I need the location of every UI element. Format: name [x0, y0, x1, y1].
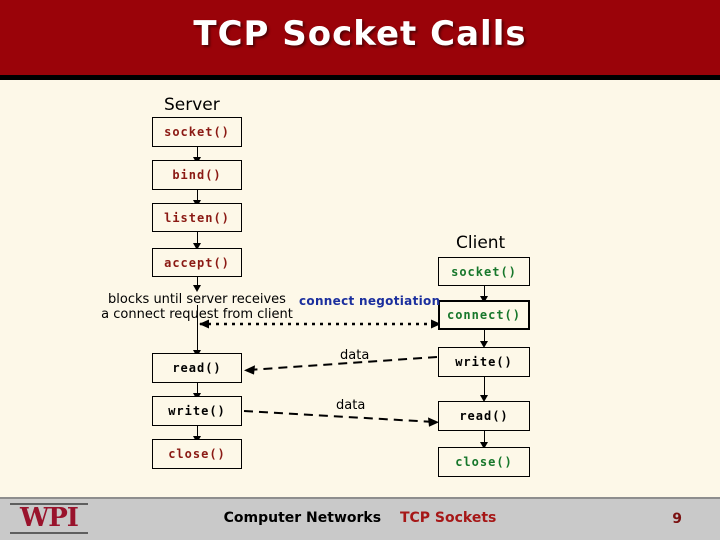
- message-label-data-upstream: data: [340, 348, 370, 363]
- footer-page-number: 9: [672, 511, 682, 527]
- client-call-read[interactable]: read(): [438, 401, 530, 431]
- server-call-accept[interactable]: accept(): [152, 248, 242, 277]
- message-label-connect-negotiation: connect negotiation: [299, 294, 441, 308]
- arrow-data-server-to-client: [243, 410, 439, 427]
- footer-topic-label: TCP Sockets: [399, 510, 497, 526]
- client-call-socket[interactable]: socket(): [438, 257, 530, 286]
- connector-layer: [199, 319, 441, 427]
- banner-divider: [0, 75, 720, 80]
- slide-canvas: TCP Socket Calls Server socket() bind() …: [0, 0, 720, 540]
- connector-client-3: [484, 377, 485, 397]
- server-call-write[interactable]: write(): [152, 396, 242, 426]
- server-call-read[interactable]: read(): [152, 353, 242, 383]
- client-call-connect[interactable]: connect(): [438, 300, 530, 330]
- server-call-socket[interactable]: socket(): [152, 117, 242, 147]
- connector-server-4-head: [193, 285, 201, 292]
- connector-server-5: [197, 305, 198, 353]
- client-call-write[interactable]: write(): [438, 347, 530, 377]
- server-call-bind[interactable]: bind(): [152, 160, 242, 190]
- page-title: TCP Socket Calls: [193, 14, 527, 54]
- server-call-listen[interactable]: listen(): [152, 203, 242, 232]
- footer-divider: [0, 497, 720, 499]
- footer-center-text: Computer Networks TCP Sockets: [0, 510, 720, 526]
- message-label-data-downstream: data: [336, 398, 366, 413]
- server-call-close[interactable]: close(): [152, 439, 242, 469]
- footer-course-label: Computer Networks: [223, 510, 382, 526]
- client-column-heading: Client: [456, 233, 506, 253]
- server-column-heading: Server: [164, 95, 220, 115]
- client-call-close[interactable]: close(): [438, 447, 530, 477]
